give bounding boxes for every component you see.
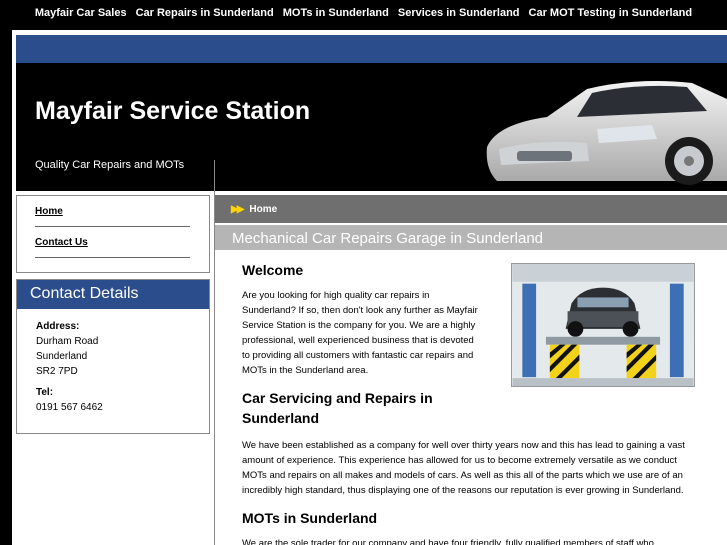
sidebar-nav: Home Contact Us bbox=[16, 195, 210, 273]
top-nav-link-car-sales[interactable]: Mayfair Car Sales bbox=[35, 7, 127, 19]
main-content: ▶▶ Home Mechanical Car Repairs Garage in… bbox=[214, 160, 727, 545]
page-frame: Mayfair Service Station Quality Car Repa… bbox=[12, 30, 727, 545]
address-label: Address: bbox=[36, 321, 80, 332]
article: Welcome Are you looking for high quality… bbox=[215, 250, 727, 545]
mots-heading: MOTs in Sunderland bbox=[242, 510, 378, 526]
top-nav-link-mot-testing[interactable]: Car MOT Testing in Sunderland bbox=[529, 7, 693, 19]
top-nav: Mayfair Car Sales Car Repairs in Sunderl… bbox=[0, 0, 727, 26]
address-line: Sunderland bbox=[36, 351, 88, 362]
tel-label: Tel: bbox=[36, 387, 54, 398]
top-nav-link-services[interactable]: Services in Sunderland bbox=[398, 7, 520, 19]
sidebar-item-contact-us[interactable]: Contact Us bbox=[35, 227, 190, 258]
top-nav-link-mots[interactable]: MOTs in Sunderland bbox=[283, 7, 389, 19]
welcome-text: Are you looking for high quality car rep… bbox=[242, 290, 478, 376]
contact-details-title: Contact Details bbox=[17, 280, 209, 309]
site-tagline: Quality Car Repairs and MOTs bbox=[35, 159, 185, 171]
sidebar-item-home[interactable]: Home bbox=[35, 196, 190, 227]
breadcrumb: ▶▶ Home bbox=[215, 195, 727, 223]
servicing-heading: Car Servicing and Repairs in Sunderland bbox=[242, 390, 433, 426]
contact-details-box: Contact Details Address: Durham Road Sun… bbox=[16, 279, 210, 434]
sidebar: Home Contact Us Contact Details Address:… bbox=[16, 195, 210, 545]
tel-number: 0191 567 6462 bbox=[36, 402, 103, 413]
garage-lift-photo bbox=[511, 263, 695, 387]
address-line: Durham Road bbox=[36, 336, 99, 347]
breadcrumb-home[interactable]: Home bbox=[249, 204, 277, 215]
mots-text: We are the sole trader for our company a… bbox=[242, 538, 654, 545]
header-blue-bar bbox=[16, 35, 727, 63]
double-chevron-right-icon: ▶▶ bbox=[231, 203, 244, 215]
top-nav-link-car-repairs[interactable]: Car Repairs in Sunderland bbox=[136, 7, 274, 19]
address-line: SR2 7PD bbox=[36, 366, 78, 377]
page-title: Mechanical Car Repairs Garage in Sunderl… bbox=[215, 223, 727, 250]
servicing-text: We have been established as a company fo… bbox=[242, 440, 685, 496]
contact-details-body: Address: Durham Road Sunderland SR2 7PD … bbox=[17, 309, 209, 425]
site-title: Mayfair Service Station bbox=[35, 97, 311, 125]
